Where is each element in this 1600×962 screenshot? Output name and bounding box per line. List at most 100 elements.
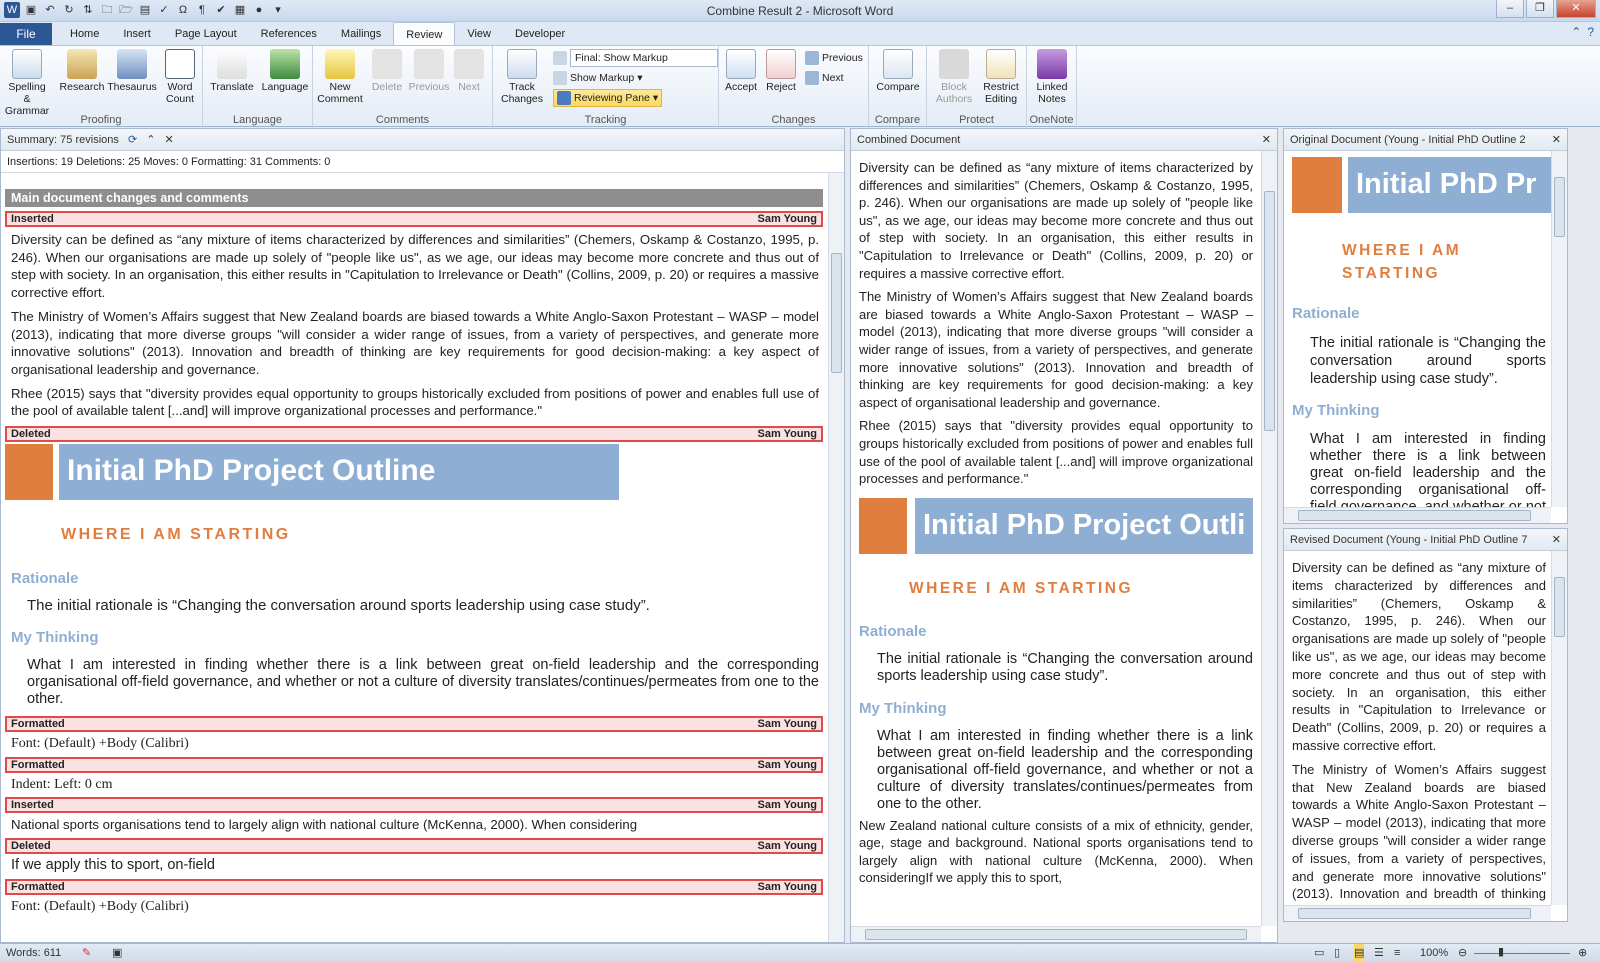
zoom-slider[interactable] — [1474, 953, 1570, 954]
reject-button[interactable]: Reject — [763, 49, 799, 93]
refresh-icon[interactable]: ⟳ — [128, 134, 137, 146]
rationale-text[interactable]: The initial rationale is “Changing the c… — [27, 597, 819, 615]
tab-page-layout[interactable]: Page Layout — [163, 22, 249, 45]
vertical-scrollbar[interactable] — [828, 173, 844, 942]
print-layout-icon[interactable]: ▭ — [1314, 944, 1324, 962]
tab-insert[interactable]: Insert — [111, 22, 163, 45]
close-pane-icon[interactable]: ✕ — [165, 134, 174, 146]
track-changes-button[interactable]: Track Changes — [497, 49, 547, 105]
word-count-icon — [165, 49, 195, 79]
scroll-thumb[interactable] — [1264, 191, 1275, 431]
compare-label: Compare — [876, 81, 920, 93]
zoom-level[interactable]: 100% — [1420, 944, 1448, 962]
revision-text[interactable]: Indent: Left: 0 cm — [5, 773, 825, 797]
linked-notes-button[interactable]: Linked Notes — [1031, 49, 1073, 105]
revision-header[interactable]: Formatted Sam Young — [5, 756, 823, 773]
thesaurus-icon — [117, 49, 147, 79]
block-authors-button[interactable]: Block Authors — [931, 49, 977, 105]
vertical-scrollbar[interactable] — [1551, 151, 1567, 507]
next-comment-button[interactable]: Next — [451, 49, 487, 93]
delete-comment-button[interactable]: Delete — [367, 49, 407, 93]
show-markup-button[interactable]: Show Markup ▾ — [553, 69, 642, 87]
tab-home[interactable]: Home — [58, 22, 111, 45]
accept-icon — [726, 49, 756, 79]
zoom-slider-thumb[interactable]: ▮ — [1498, 943, 1504, 961]
close-icon[interactable]: ✕ — [1552, 129, 1561, 150]
ribbon: Spelling & Grammar Research Thesaurus Wo… — [0, 45, 1600, 128]
scroll-thumb[interactable] — [831, 253, 842, 373]
zoom-out-icon[interactable]: ⊖ — [1458, 944, 1467, 962]
revision-header[interactable]: Formatted Sam Young — [5, 715, 823, 732]
previous-change-button[interactable]: Previous — [805, 49, 863, 67]
reviewing-pane-button[interactable]: Reviewing Pane ▾ — [553, 89, 663, 107]
vertical-scrollbar[interactable] — [1551, 551, 1567, 905]
changes-group: Accept Reject Previous Next Changes — [719, 46, 869, 128]
compare-button[interactable]: Compare — [873, 49, 923, 93]
scroll-thumb[interactable] — [1298, 510, 1531, 521]
revised-content[interactable]: Diversity can be defined as “any mixture… — [1292, 559, 1546, 921]
tab-view[interactable]: View — [455, 22, 503, 45]
research-button[interactable]: Research — [58, 49, 106, 93]
scroll-thumb[interactable] — [1298, 908, 1531, 919]
revision-header[interactable]: Inserted Sam Young — [5, 797, 823, 814]
previous-comment-button[interactable]: Previous — [407, 49, 451, 93]
horizontal-scrollbar[interactable] — [1284, 507, 1551, 523]
original-content[interactable]: Initial PhD Pr WHERE I AM STARTING Ratio… — [1292, 157, 1566, 523]
language-button[interactable]: Language — [259, 49, 311, 93]
restrict-editing-button[interactable]: Restrict Editing — [977, 49, 1025, 105]
restore-button[interactable]: ❐ — [1526, 0, 1554, 18]
revision-text[interactable]: If we apply this to sport, on-field — [5, 854, 825, 878]
revision-text[interactable]: National sports organisations tend to la… — [5, 813, 825, 837]
tab-references[interactable]: References — [249, 22, 329, 45]
previous-change-label: Previous — [822, 52, 863, 64]
revision-paragraph[interactable]: Rhee (2015) says that "diversity provide… — [5, 379, 825, 420]
close-icon[interactable]: ✕ — [1552, 529, 1561, 550]
macro-status-icon[interactable]: ▣ — [112, 944, 122, 962]
display-dropdown[interactable]: Final: Show Markup — [570, 49, 718, 67]
collapse-ribbon-icon[interactable]: ⌃ — [1571, 25, 1581, 39]
tab-file[interactable]: File — [0, 23, 52, 45]
horizontal-scrollbar[interactable] — [1284, 905, 1551, 921]
new-comment-button[interactable]: New Comment — [315, 49, 365, 105]
tab-developer[interactable]: Developer — [503, 22, 577, 45]
proofing-label: Proofing — [80, 114, 122, 126]
display-for-review[interactable]: Final: Show Markup — [553, 49, 718, 67]
scroll-thumb[interactable] — [1554, 577, 1565, 637]
spelling-button[interactable]: Spelling & Grammar — [4, 49, 50, 117]
full-screen-icon[interactable]: ▯ — [1334, 944, 1340, 962]
thinking-text[interactable]: What I am interested in finding whether … — [27, 657, 819, 708]
revision-paragraph[interactable]: Diversity can be defined as “any mixture… — [5, 227, 825, 302]
accept-button[interactable]: Accept — [723, 49, 759, 93]
vertical-scrollbar[interactable] — [1261, 151, 1277, 926]
combined-content[interactable]: Diversity can be defined as “any mixture… — [859, 159, 1253, 887]
draft-icon[interactable]: ≡ — [1394, 944, 1400, 962]
next-change-button[interactable]: Next — [805, 69, 844, 87]
tab-review[interactable]: Review — [393, 22, 456, 45]
subheading: WHERE I AM STARTING — [909, 579, 1134, 597]
help-icon[interactable]: ? — [1587, 25, 1594, 39]
revision-text[interactable]: Font: (Default) +Body (Calibri) — [5, 732, 825, 756]
close-button[interactable]: ✕ — [1556, 0, 1596, 18]
close-icon[interactable]: ✕ — [1262, 129, 1271, 150]
zoom-in-icon[interactable]: ⊕ — [1578, 944, 1587, 962]
revision-header[interactable]: Deleted Sam Young — [5, 837, 823, 854]
outline-icon[interactable]: ☰ — [1374, 944, 1384, 962]
word-count-button[interactable]: Word Count — [160, 49, 200, 105]
tab-mailings[interactable]: Mailings — [329, 22, 393, 45]
revision-paragraph[interactable]: The Ministry of Women’s Affairs suggest … — [5, 302, 825, 379]
revision-header[interactable]: Inserted Sam Young — [5, 211, 823, 227]
revision-header[interactable]: Deleted Sam Young — [5, 426, 823, 443]
horizontal-scrollbar[interactable] — [851, 926, 1261, 942]
collapse-icon[interactable]: ⌃ — [146, 134, 155, 146]
thesaurus-button[interactable]: Thesaurus — [106, 49, 158, 93]
web-layout-icon[interactable]: ▤ — [1354, 944, 1365, 962]
revision-text[interactable]: Font: (Default) +Body (Calibri) — [5, 895, 825, 919]
proofing-status-icon[interactable]: ✎ — [82, 944, 91, 962]
revision-header[interactable]: Formatted Sam Young — [5, 878, 823, 895]
word-count-status[interactable]: Words: 611 — [6, 944, 61, 962]
translate-button[interactable]: Translate — [207, 49, 257, 93]
combined-document-pane: Combined Document ✕ Diversity can be defi… — [850, 128, 1278, 943]
minimize-button[interactable]: – — [1496, 0, 1524, 18]
scroll-thumb[interactable] — [1554, 177, 1565, 237]
scroll-thumb[interactable] — [865, 929, 1247, 940]
